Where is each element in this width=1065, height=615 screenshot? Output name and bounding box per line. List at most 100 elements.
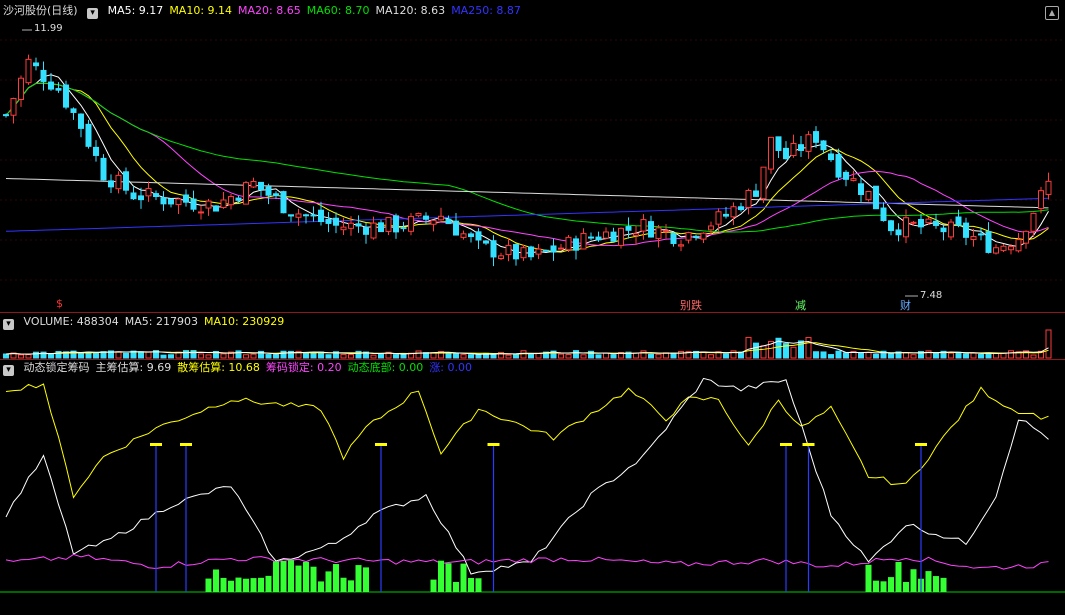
candle-body xyxy=(123,171,129,191)
candle-body xyxy=(573,238,579,251)
candle-body xyxy=(865,190,872,201)
volume-bar xyxy=(708,354,714,359)
candle-body xyxy=(408,215,414,232)
volume-bar xyxy=(378,353,384,359)
candle-body xyxy=(843,171,849,180)
candle-body xyxy=(265,186,272,196)
candle-body xyxy=(655,227,662,239)
volume-bar xyxy=(963,353,969,359)
bottom-histogram-bar xyxy=(228,580,234,592)
candle-body xyxy=(903,217,909,238)
bottom-histogram-bar xyxy=(460,563,467,592)
volume-bar xyxy=(813,351,819,359)
candle-body xyxy=(153,193,159,198)
candle-body xyxy=(723,213,729,217)
bottom-histogram-bar xyxy=(295,565,302,592)
candle-body xyxy=(873,185,879,210)
volume-bar xyxy=(168,354,174,359)
candle-body xyxy=(250,180,257,188)
candle-body xyxy=(40,69,47,82)
bottom-histogram-bar xyxy=(933,576,939,592)
volume-bar xyxy=(745,336,752,359)
candle-body xyxy=(295,213,302,218)
candle-body xyxy=(505,244,512,256)
signal-marker-diedie: 别跌 xyxy=(680,299,702,312)
volume-label-1: MA5: 217903 xyxy=(124,315,198,328)
bottom-histogram-bar xyxy=(903,581,909,592)
candle-body xyxy=(535,248,542,255)
candle-body xyxy=(18,77,24,100)
volume-label-2: MA10: 230929 xyxy=(203,315,285,328)
volume-bar xyxy=(670,352,677,359)
bottom-histogram-bar xyxy=(475,578,482,592)
ma-label-3: MA60: 8.70 xyxy=(306,4,370,17)
volume-bar xyxy=(445,353,452,359)
bottom-histogram-bar xyxy=(318,581,324,592)
candle-body xyxy=(768,136,774,170)
candle-body xyxy=(78,113,84,129)
volume-bar xyxy=(520,350,527,359)
candle-body xyxy=(445,218,452,225)
candle-body xyxy=(235,197,242,201)
candle-body xyxy=(423,215,429,220)
candle-body xyxy=(850,178,857,181)
indicator-label-0: 动态锁定筹码 xyxy=(23,361,90,374)
volume-bar xyxy=(970,352,977,359)
volume-bar xyxy=(198,353,204,359)
candle-body xyxy=(430,219,437,225)
candle-body xyxy=(663,230,669,233)
candle-body xyxy=(828,153,834,161)
volume-bar xyxy=(18,354,24,359)
candle-body xyxy=(310,214,317,217)
volume-bar xyxy=(273,354,279,359)
indicator-label-3: 筹码锁定: 0.20 xyxy=(265,361,342,374)
bottom-histogram-bar xyxy=(925,571,932,592)
volume-bar xyxy=(603,352,609,359)
price-header: 沙河股份(日线) ▾ MA5: 9.17 MA10: 9.14 MA20: 8.65… xyxy=(0,3,533,19)
chevron-down-icon[interactable]: ▾ xyxy=(87,8,99,19)
bottom-histogram-bar xyxy=(895,561,902,592)
candle-body xyxy=(243,182,249,205)
volume-bar xyxy=(303,352,309,359)
candle-body xyxy=(498,255,504,260)
bottom-histogram-bar xyxy=(910,569,917,592)
ma-legend: MA5: 9.17 MA10: 9.14 MA20: 8.65 MA60: 8.70 M… xyxy=(108,4,527,17)
volume-bar xyxy=(558,353,564,359)
candle-body xyxy=(318,209,324,223)
volume-bar xyxy=(948,352,954,359)
candle-body xyxy=(513,244,519,260)
candle-body xyxy=(648,221,654,238)
candle-body xyxy=(835,154,842,178)
candle-body xyxy=(895,229,902,236)
chevron-down-icon[interactable]: ▾ xyxy=(3,365,14,376)
volume-bar xyxy=(1045,329,1052,359)
volume-bar xyxy=(25,354,32,359)
candle-body xyxy=(213,205,219,212)
volume-bar xyxy=(760,345,767,359)
bottom-histogram-bar xyxy=(865,564,872,592)
bottom-histogram-bar xyxy=(355,565,362,592)
volume-bar xyxy=(310,352,317,359)
collapse-icon[interactable]: ▲ xyxy=(1045,6,1059,20)
candle-body xyxy=(565,236,572,251)
candle-body xyxy=(145,188,152,197)
ma-label-2: MA20: 8.65 xyxy=(238,4,301,17)
candle-body xyxy=(175,198,182,206)
candle-body xyxy=(543,249,549,252)
chevron-down-icon[interactable]: ▾ xyxy=(3,319,14,330)
volume-bar xyxy=(955,351,962,359)
bottom-histogram-bar xyxy=(273,561,279,592)
bottom-histogram-bar xyxy=(888,577,894,592)
volume-bar xyxy=(138,351,144,359)
volume-bar xyxy=(468,354,474,359)
candle-body xyxy=(93,146,99,156)
bottom-histogram-bar xyxy=(453,581,459,592)
stock-title: 沙河股份(日线) xyxy=(3,4,78,17)
volume-bar xyxy=(655,353,662,359)
volume-bar xyxy=(513,353,519,359)
candle-body xyxy=(813,131,819,143)
volume-bar xyxy=(805,337,812,359)
bottom-histogram-bar xyxy=(303,561,309,592)
candle-body xyxy=(3,114,9,117)
bottom-histogram-bar xyxy=(363,567,369,592)
